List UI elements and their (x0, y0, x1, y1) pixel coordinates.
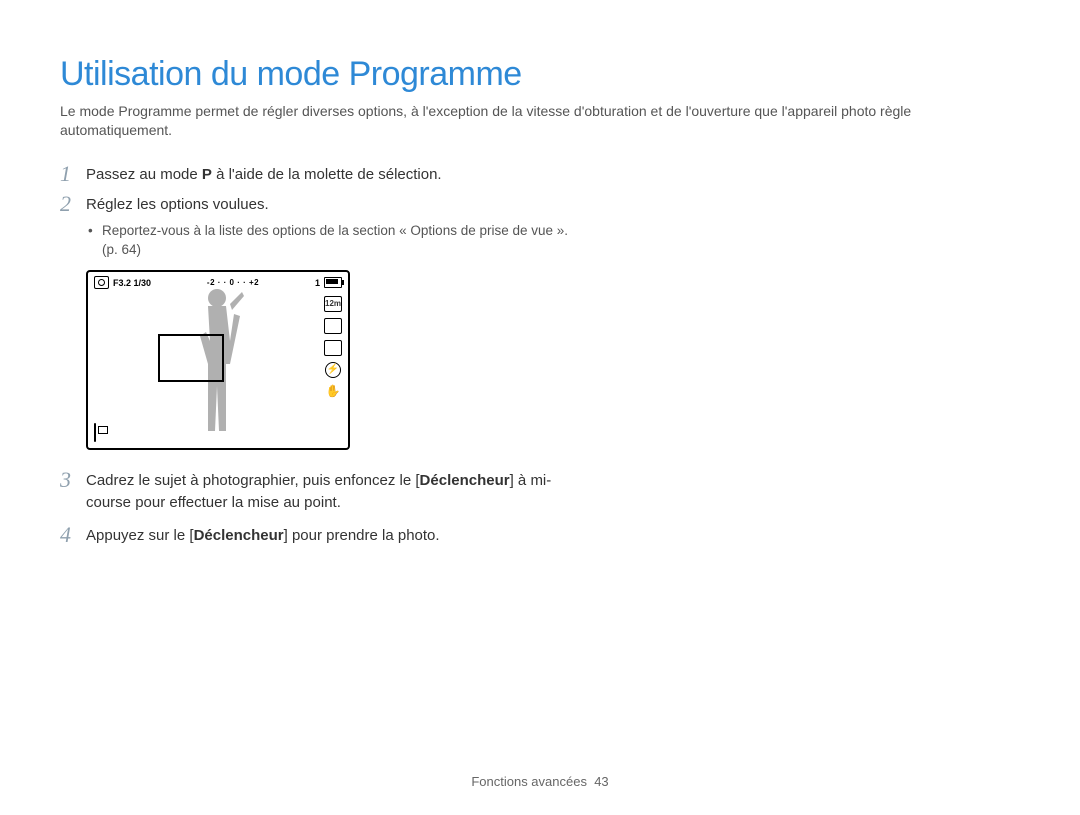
page-footer: Fonctions avancées 43 (0, 774, 1080, 789)
step-text-pre: Passez au mode (86, 166, 202, 183)
page-title: Utilisation du mode Programme (60, 55, 1020, 94)
metering-icon (324, 318, 342, 334)
step4-part1: Appuyez sur le [ (86, 527, 194, 544)
battery-full-icon (324, 277, 342, 288)
footer-section: Fonctions avancées (471, 774, 587, 789)
ois-icon: ✋ (326, 384, 340, 398)
step-text: Appuyez sur le [Déclencheur] pour prendr… (86, 523, 440, 547)
step-text-post: à l'aide de la molette de sélection. (212, 166, 442, 183)
resolution-12m-icon: 12m (324, 296, 342, 312)
camera-lcd-preview: F3.2 1/30 -2 · · 0 · · +2 1 12m ⚡ ✋ (86, 270, 350, 450)
af-focus-rectangle (158, 334, 224, 382)
step-number: 2 (60, 192, 86, 216)
step-1: 1 Passez au mode P à l'aide de la molett… (60, 162, 580, 186)
step-3: 3 Cadrez le sujet à photographier, puis … (60, 468, 580, 514)
step-text-bold: P (202, 166, 212, 183)
camera-mode-icon (94, 276, 109, 289)
step-number: 3 (60, 468, 86, 492)
lcd-right-icons: 12m ⚡ ✋ (324, 296, 342, 398)
step-number: 4 (60, 523, 86, 547)
lcd-top-right: 1 (315, 277, 342, 288)
aperture-shutter-readout: F3.2 1/30 (113, 278, 151, 288)
intro-paragraph: Le mode Programme permet de régler diver… (60, 102, 1020, 140)
step3-part1: Cadrez le sujet à photographier, puis en… (86, 472, 420, 489)
footer-page-number: 43 (594, 774, 608, 789)
step-2-bullet: Reportez-vous à la liste des options de … (88, 222, 580, 260)
iso-auto-icon (324, 340, 342, 356)
step-text: Cadrez le sujet à photographier, puis en… (86, 468, 580, 514)
step-text: Passez au mode P à l'aide de la molette … (86, 162, 442, 186)
flash-off-icon: ⚡ (325, 362, 341, 378)
step-number: 1 (60, 162, 86, 186)
step-2: 2 Réglez les options voulues. (60, 192, 580, 216)
step-text: Réglez les options voulues. (86, 192, 269, 216)
shots-remaining: 1 (315, 278, 320, 288)
manual-page: Utilisation du mode Programme Le mode Pr… (0, 0, 1080, 815)
step3-bold: Déclencheur (420, 472, 510, 489)
lcd-top-left: F3.2 1/30 (94, 276, 151, 289)
af-area-icon (94, 423, 96, 442)
lcd-left-bottom (94, 424, 96, 442)
step-4: 4 Appuyez sur le [Déclencheur] pour pren… (60, 523, 580, 547)
steps-list: 1 Passez au mode P à l'aide de la molett… (60, 162, 580, 548)
step4-part2: ] pour prendre la photo. (284, 527, 440, 544)
step4-bold: Déclencheur (194, 527, 284, 544)
